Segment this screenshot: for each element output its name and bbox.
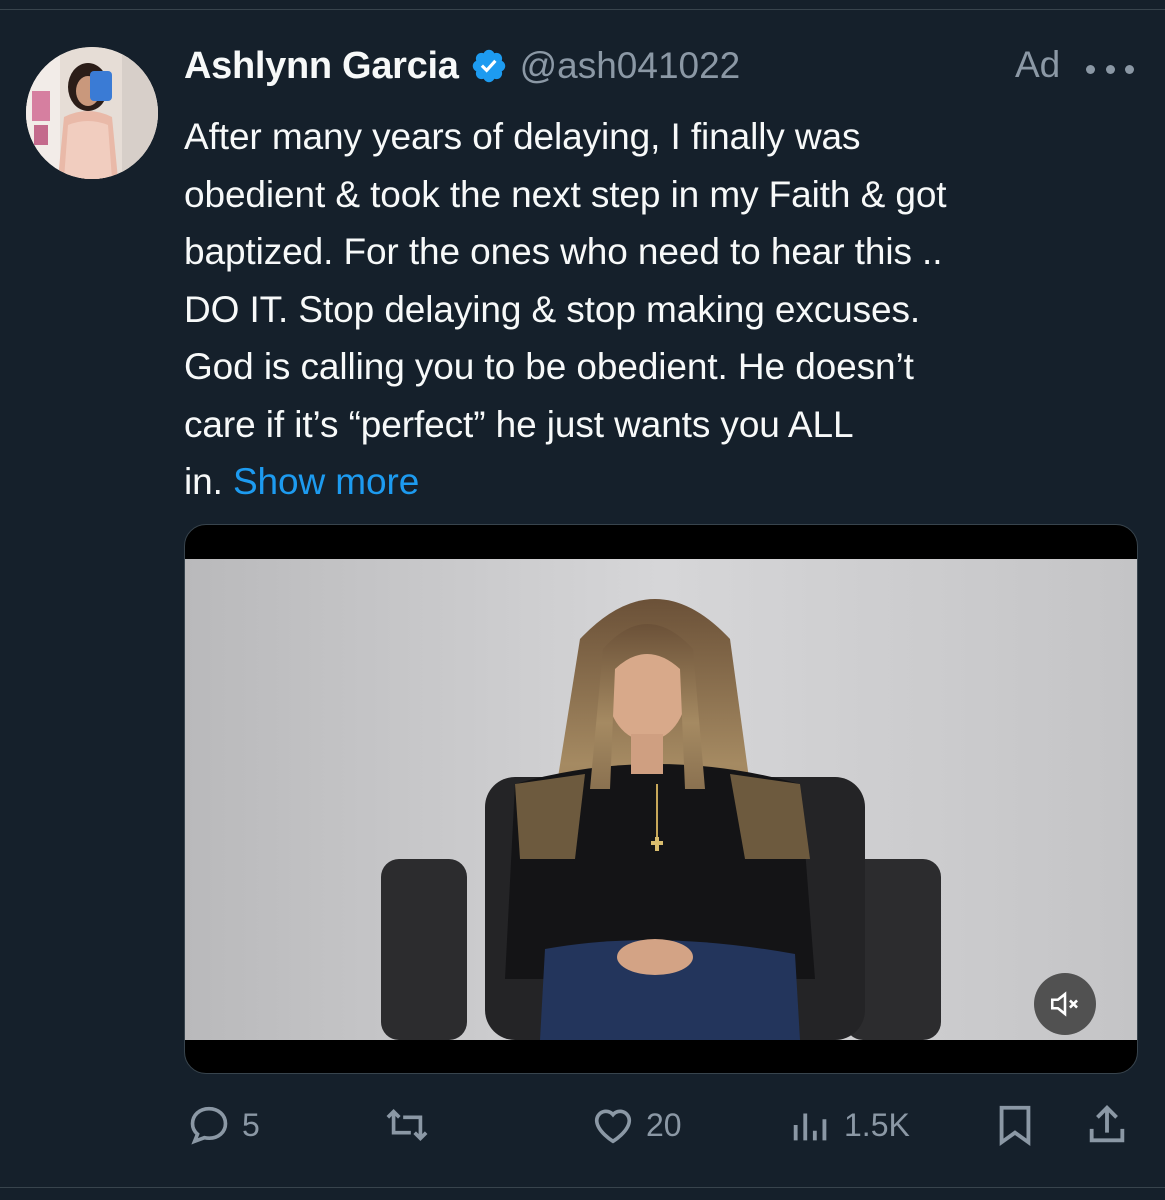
verified-badge-icon[interactable] [470, 47, 508, 85]
heart-icon [594, 1109, 632, 1144]
tweet[interactable]: Ashlynn Garcia @ash041022 Ad After many … [0, 10, 1165, 1187]
tweet-text-line: care if it’s “perfect” he just wants you… [184, 403, 854, 445]
tweet-header: Ashlynn Garcia @ash041022 [184, 40, 740, 92]
author-handle[interactable]: @ash041022 [520, 45, 741, 87]
tweet-text-line: baptized. For the ones who need to hear … [184, 231, 943, 272]
like-button[interactable]: 20 [590, 1090, 682, 1160]
video-frame [185, 559, 1137, 1040]
video-player[interactable] [184, 524, 1138, 1074]
share-icon [1089, 1105, 1125, 1143]
action-bar: 5 20 1.5K [0, 1090, 1165, 1160]
retweet-icon [386, 1109, 428, 1141]
author-name[interactable]: Ashlynn Garcia [184, 45, 459, 88]
reply-icon [190, 1106, 228, 1145]
tweet-text-line: After many years of delaying, I finally … [184, 116, 861, 157]
speaker-muted-icon[interactable] [1034, 973, 1096, 1035]
share-button[interactable] [1084, 1090, 1130, 1160]
more-options-icon[interactable] [1086, 62, 1134, 76]
retweet-button[interactable] [384, 1090, 440, 1160]
reply-button[interactable]: 5 [186, 1090, 260, 1160]
bookmark-button[interactable] [992, 1090, 1038, 1160]
tweet-text-last-words: in. [184, 461, 223, 502]
like-count: 20 [646, 1106, 682, 1143]
bookmark-icon [999, 1105, 1031, 1146]
views-button[interactable]: 1.5K [788, 1090, 910, 1160]
tweet-text-line: DO IT. Stop delaying & stop making excus… [184, 288, 921, 330]
tweet-text: After many years of delaying, I finally … [184, 108, 1144, 511]
views-chart-icon [793, 1113, 827, 1141]
show-more-link[interactable]: Show more [233, 461, 419, 502]
avatar[interactable] [26, 47, 158, 179]
tweet-text-line: obedient & took the next step in my Fait… [184, 173, 947, 215]
reply-count: 5 [242, 1106, 260, 1143]
ad-label: Ad [1015, 44, 1061, 85]
avatar-photo [26, 47, 158, 179]
bottom-divider [0, 1187, 1165, 1188]
tweet-text-line: God is calling you to be obedient. He do… [184, 346, 914, 387]
views-count: 1.5K [844, 1106, 910, 1143]
tweet-text-line-last: in. Show more [184, 453, 1144, 511]
